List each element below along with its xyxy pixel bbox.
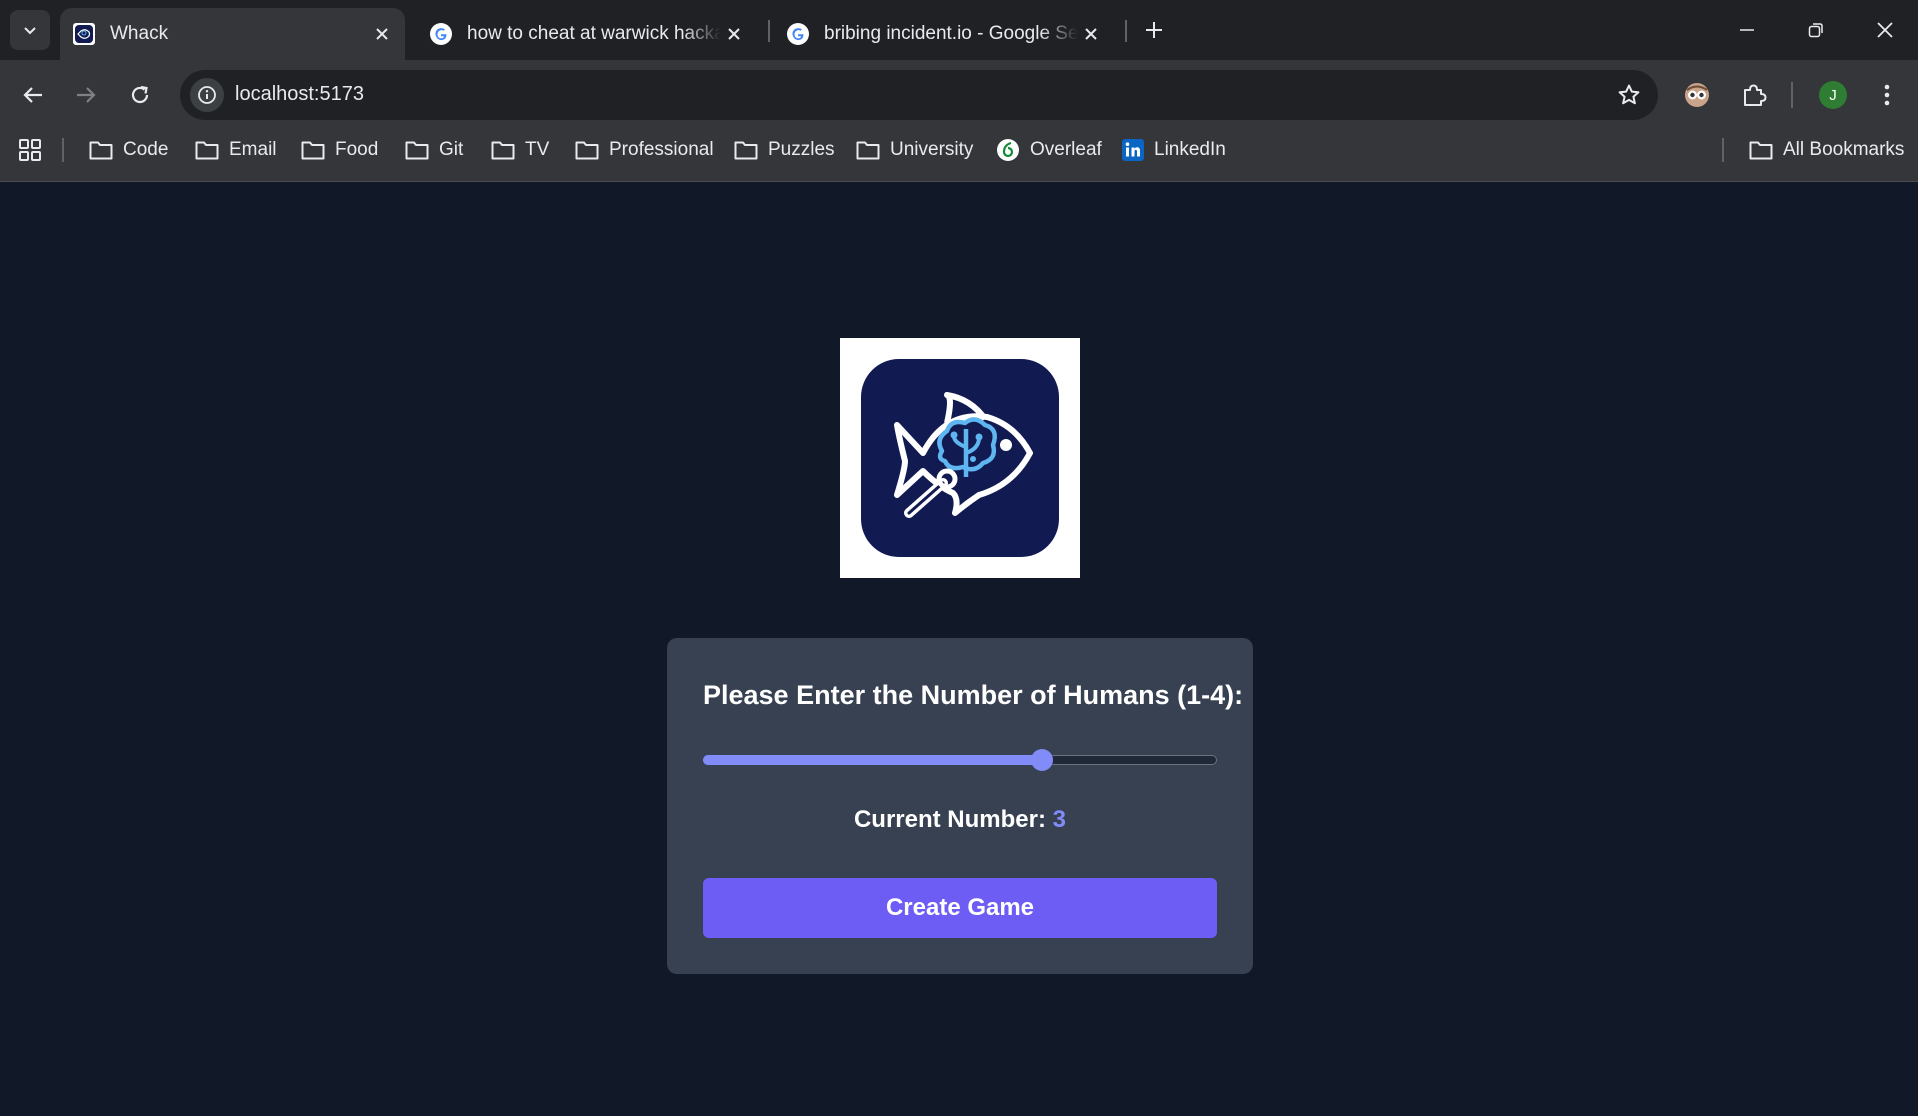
bookmark-label: Git [439,139,464,160]
google-icon [787,23,809,45]
tab-separator [1125,20,1127,42]
chevron-down-icon [24,27,36,35]
all-bookmarks[interactable]: All Bookmarks [1749,134,1904,166]
address-bar[interactable]: localhost:5173 [180,70,1658,120]
toolbar-separator [1791,82,1793,108]
folder-icon [575,141,599,160]
tab-google-bribing[interactable]: bribing incident.io - Google Search [774,8,1114,60]
bookmark-label: LinkedIn [1154,139,1226,160]
bookmark-overleaf[interactable]: Overleaf [996,134,1102,166]
minimize-icon [1740,29,1754,31]
tab-google-cheat[interactable]: how to cheat at warwick hackathon [417,8,757,60]
extensions-puzzle-icon[interactable] [1734,75,1774,115]
extension-owl-icon[interactable] [1677,75,1717,115]
bookmark-university[interactable]: University [856,134,973,166]
tab-search-button[interactable] [10,10,50,50]
bookmark-git[interactable]: Git [405,134,463,166]
overleaf-icon [997,139,1019,161]
profile-avatar[interactable]: J [1819,81,1847,109]
arrow-right-icon [77,87,96,103]
folder-icon [1749,141,1773,160]
profile-initial: J [1829,86,1837,104]
bookmark-puzzles[interactable]: Puzzles [734,134,835,166]
minimize-button[interactable] [1724,10,1770,50]
restore-icon [1808,23,1823,38]
folder-icon [405,141,429,160]
close-window-button[interactable] [1862,10,1908,50]
slider-fill [703,755,1042,765]
folder-icon [195,141,219,160]
current-number: Current Number: 3 [703,806,1217,834]
folder-icon [491,141,515,160]
current-number-label: Current Number: [853,806,1046,833]
bookmark-label: Professional [609,139,714,160]
folder-icon [856,141,880,160]
reload-icon [131,85,149,104]
tab-strip: Whack how to cheat at warwick hackathon … [0,0,1918,60]
setup-card: Please Enter the Number of Humans (1-4):… [667,638,1253,974]
bookmark-linkedin[interactable]: LinkedIn [1122,134,1226,166]
tab-whack[interactable]: Whack [60,8,405,60]
site-info-icon[interactable] [190,78,224,112]
linkedin-icon [1122,139,1144,161]
app-logo [840,338,1080,578]
bookmark-label: Food [335,139,379,160]
apps-grid-icon[interactable] [16,134,44,166]
tab-title: bribing incident.io - Google Search [824,23,1078,44]
close-tab-icon[interactable] [721,21,747,47]
reload-button[interactable] [120,75,160,115]
folder-icon [734,141,758,160]
current-number-value: 3 [1052,806,1067,833]
arrow-left-icon [23,87,42,103]
bookmarks-separator [62,138,64,162]
bookmark-code[interactable]: Code [89,134,168,166]
bookmark-label: TV [525,139,550,160]
create-game-button[interactable]: Create Game [703,878,1217,938]
bookmark-label: Code [123,139,169,160]
menu-kebab-icon[interactable] [1867,75,1907,115]
fish-brain-icon [894,392,1033,518]
new-tab-button[interactable] [1138,14,1170,46]
forward-button[interactable] [66,75,106,115]
bookmark-label: Overleaf [1030,139,1102,160]
slider-thumb[interactable] [1031,749,1053,771]
bookmarks-separator [1722,138,1724,162]
tab-separator [768,20,770,42]
whack-favicon [73,23,95,45]
google-icon [430,23,452,45]
plus-icon [1146,22,1162,38]
url-text: localhost:5173 [235,83,364,105]
restore-button[interactable] [1793,10,1839,50]
bookmark-label: Puzzles [768,139,835,160]
fish-brain-logo [861,359,1059,557]
folder-icon [89,141,113,160]
humans-heading: Please Enter the Number of Humans (1-4): [703,680,1244,710]
all-bookmarks-label: All Bookmarks [1783,139,1905,160]
close-tab-icon[interactable] [369,21,395,47]
bookmark-food[interactable]: Food [301,134,378,166]
humans-slider[interactable] [703,749,1217,771]
tab-title: how to cheat at warwick hackathon [467,23,721,44]
bookmark-star-icon[interactable] [1616,82,1642,108]
bookmark-label: Email [229,139,277,160]
bookmark-email[interactable]: Email [195,134,277,166]
folder-icon [301,141,325,160]
bookmark-professional[interactable]: Professional [575,134,714,166]
close-icon [1877,22,1893,38]
bookmark-tv[interactable]: TV [491,134,549,166]
back-button[interactable] [13,75,53,115]
browser-toolbar: localhost:5173 [0,60,1918,130]
tab-title: Whack [110,23,169,44]
close-tab-icon[interactable] [1078,21,1104,47]
bookmark-label: University [890,139,974,160]
